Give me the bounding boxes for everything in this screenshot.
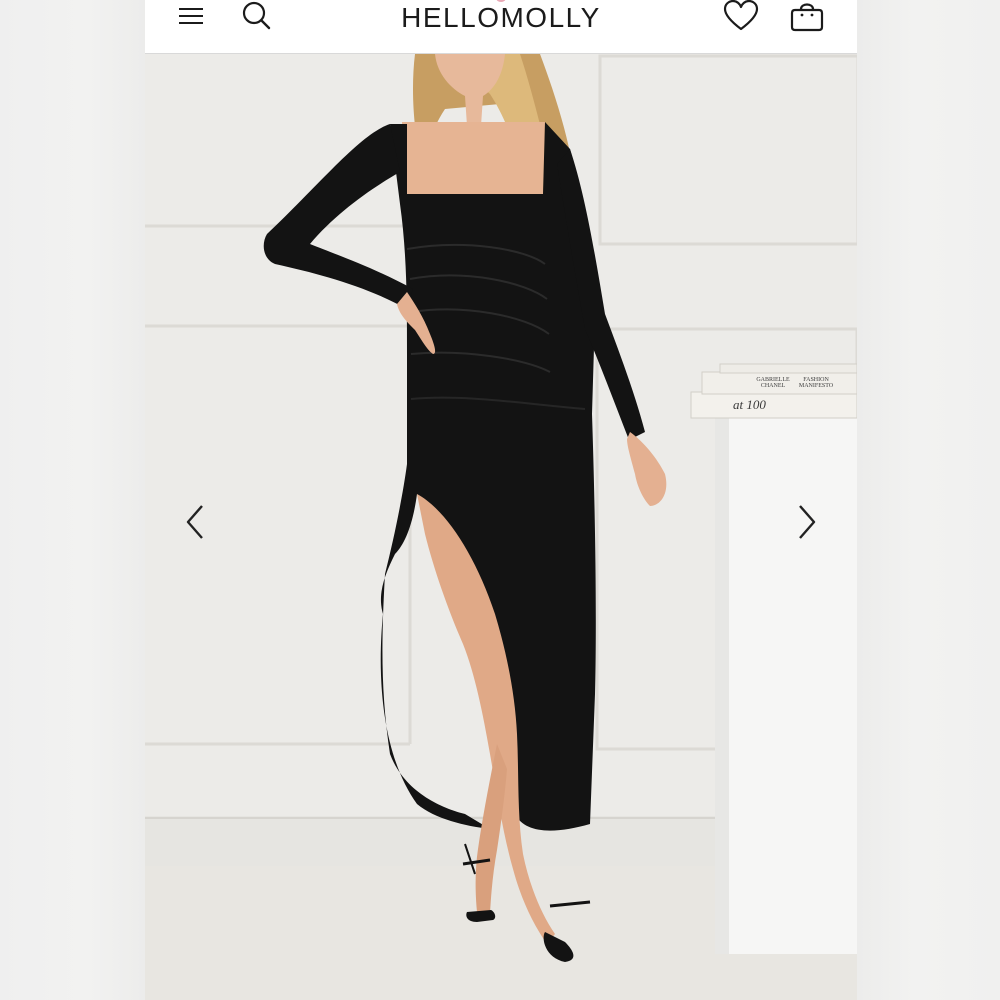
product-photo [145, 54, 857, 1000]
left-background-blur [0, 0, 145, 1000]
wishlist-button[interactable] [723, 0, 759, 32]
product-image: GABRIELLE CHANEL FASHION MANIFESTO at 10… [145, 54, 857, 1000]
chevron-left-icon [186, 505, 203, 539]
right-background-blur [857, 0, 1000, 1000]
app-frame: HELLOMOLLY GABRIELLE CHANEL FASHION MANI… [145, 0, 857, 1000]
carousel-prev-button[interactable] [175, 502, 215, 542]
carousel-next-button[interactable] [787, 502, 827, 542]
cart-button[interactable] [789, 0, 825, 32]
book-spine-text-2: FASHION MANIFESTO [791, 377, 841, 389]
book-spine-text-3: at 100 [733, 397, 766, 412]
book-title-line: MANIFESTO [798, 383, 834, 389]
chevron-right-icon [799, 505, 816, 539]
site-header: HELLOMOLLY [145, 0, 857, 54]
heart-icon [723, 0, 759, 31]
brand-name: HELLOMOLLY [401, 2, 601, 33]
shopping-bag-icon [790, 3, 824, 32]
